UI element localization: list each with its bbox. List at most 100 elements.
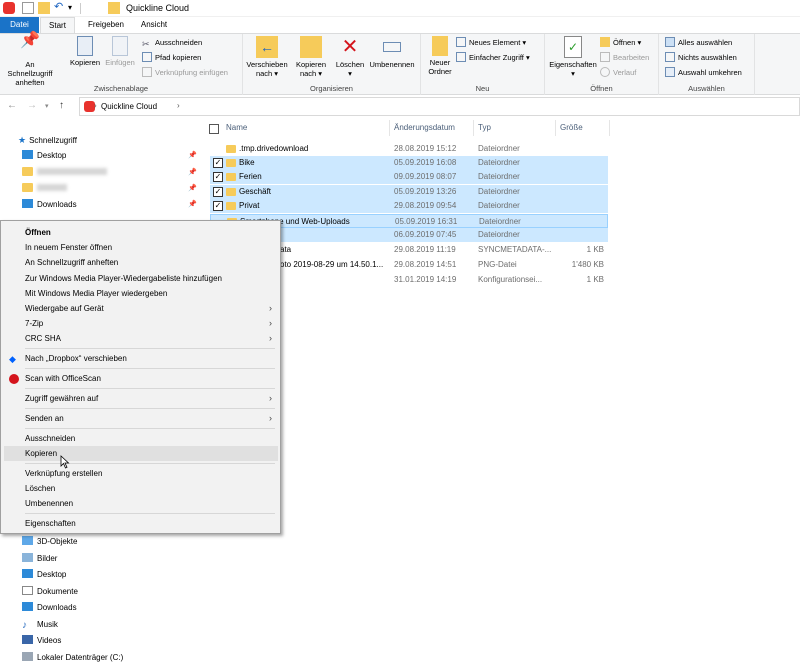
menu-item-open[interactable]: Öffnen — [4, 225, 278, 240]
new-folder-button[interactable]: Neuer Ordner — [423, 36, 457, 76]
menu-item-create-shortcut[interactable]: Verknüpfung erstellen — [4, 466, 278, 481]
row-checkbox[interactable]: ✓ — [213, 201, 223, 211]
select-all-button[interactable]: Alles auswählen — [665, 37, 732, 49]
nav-local-disk[interactable]: Lokaler Datenträger (C:) — [22, 651, 123, 665]
menu-item-rename[interactable]: Umbenennen — [4, 496, 278, 511]
rename-button[interactable]: Umbenennen — [367, 36, 417, 69]
nav-documents[interactable]: Dokumente — [22, 585, 78, 599]
easy-access-button[interactable]: Einfacher Zugriff ▾ — [456, 52, 530, 64]
menu-item-delete[interactable]: Löschen — [4, 481, 278, 496]
tab-start[interactable]: Start — [40, 17, 75, 34]
new-item-button[interactable]: Neues Element ▾ — [456, 37, 526, 49]
menu-item-play-with-wmp[interactable]: Mit Windows Media Player wiedergeben — [4, 286, 278, 301]
copy-button[interactable]: Kopieren — [68, 36, 102, 67]
menu-item-crc-sha[interactable]: CRC SHA › — [4, 331, 278, 346]
move-to-icon: ← — [256, 36, 278, 58]
menu-item-send-to[interactable]: Senden an › — [4, 411, 278, 426]
tab-freigeben[interactable]: Freigeben — [80, 17, 132, 34]
group-label-zwischenablage: Zwischenablage — [93, 84, 149, 93]
select-all-checkbox[interactable] — [209, 124, 219, 134]
column-divider — [555, 120, 556, 136]
cut-label: Ausschneiden — [155, 38, 203, 47]
delete-icon: ✕ — [341, 36, 359, 58]
nav-videos[interactable]: Videos — [22, 634, 61, 648]
column-name-header[interactable]: Name — [226, 123, 247, 132]
delete-button[interactable]: ✕ Löschen ▾ — [333, 36, 367, 78]
column-type-header[interactable]: Typ — [478, 123, 491, 132]
menu-item-officescan[interactable]: Scan with OfficeScan — [4, 371, 278, 386]
move-to-button[interactable]: ← Verschieben nach ▾ — [245, 36, 289, 78]
nav-pictures[interactable]: Bilder — [22, 552, 57, 566]
menu-item-move-to-dropbox[interactable]: ◆ Nach „Dropbox“ verschieben — [4, 351, 278, 366]
open-button[interactable]: Öffnen ▾ — [600, 37, 641, 49]
select-none-button[interactable]: Nichts auswählen — [665, 52, 737, 64]
menu-item-give-access[interactable]: Zugriff gewähren auf › — [4, 391, 278, 406]
file-row[interactable]: ✓ Geschäft 05.09.2019 13:26 Dateiordner — [210, 185, 608, 199]
back-arrow-icon[interactable]: ← — [7, 100, 17, 111]
pin-icon: 📌 — [20, 32, 40, 49]
rename-icon — [383, 42, 401, 52]
nav-blurred-folder-1[interactable] — [22, 166, 107, 180]
menu-item-copy[interactable]: Kopieren — [4, 446, 278, 461]
rename-label: Umbenennen — [369, 60, 415, 69]
select-all-icon — [665, 37, 675, 47]
paste-shortcut-icon — [142, 67, 152, 77]
file-row[interactable]: .tmp.drivedownload 28.08.2019 15:12 Date… — [210, 142, 608, 156]
folder-icon — [226, 159, 236, 167]
nav-desktop-2[interactable]: Desktop — [22, 568, 66, 582]
invert-selection-button[interactable]: Auswahl umkehren — [665, 67, 742, 79]
menu-item-cast-to-device[interactable]: Wiedergabe auf Gerät › — [4, 301, 278, 316]
customize-toolbar-icon[interactable]: ▾ — [68, 2, 80, 14]
copy-icon — [77, 36, 93, 56]
paste-button[interactable]: Einfügen — [103, 36, 137, 67]
column-size-header[interactable]: Größe — [560, 123, 583, 132]
properties-icon[interactable] — [22, 2, 34, 14]
tab-ansicht[interactable]: Ansicht — [136, 17, 172, 34]
nav-desktop[interactable]: Desktop — [22, 149, 66, 163]
menu-item-pin-quick-access[interactable]: An Schnellzugriff anheften — [4, 255, 278, 270]
invert-selection-icon — [665, 67, 675, 77]
up-arrow-icon[interactable]: ↑ — [59, 100, 64, 111]
history-button[interactable]: Verlauf — [600, 67, 636, 79]
menu-item-cut[interactable]: Ausschneiden — [4, 431, 278, 446]
nav-downloads-2[interactable]: Downloads — [22, 601, 77, 615]
menu-item-properties[interactable]: Eigenschaften — [4, 516, 278, 531]
column-date-header[interactable]: Änderungsdatum — [394, 123, 455, 132]
file-name: .tmp.drivedownload — [239, 144, 309, 153]
menu-item-label: Eigenschaften — [25, 519, 76, 528]
copy-path-button[interactable]: Pfad kopieren — [142, 52, 201, 64]
cut-button[interactable]: ✂ Ausschneiden — [142, 37, 202, 49]
file-row[interactable]: ✓ Privat 29.08.2019 09:54 Dateiordner — [210, 199, 608, 213]
edit-button[interactable]: Bearbeiten — [600, 52, 649, 64]
nav-blurred-folder-2[interactable] — [22, 182, 67, 196]
nav-music[interactable]: ♪ Musik — [22, 618, 58, 632]
address-bar[interactable]: › Quickline Cloud › — [79, 97, 800, 116]
copy-to-button[interactable]: Kopieren nach ▾ — [291, 36, 331, 78]
menu-item-7zip[interactable]: 7-Zip › — [4, 316, 278, 331]
row-checkbox[interactable]: ✓ — [213, 187, 223, 197]
paste-shortcut-button[interactable]: Verknüpfung einfügen — [142, 67, 228, 79]
row-checkbox[interactable]: ✓ — [213, 158, 223, 168]
menu-item-add-to-wmp-playlist[interactable]: Zur Windows Media Player-Wiedergabeliste… — [4, 271, 278, 286]
row-checkbox[interactable]: ✓ — [213, 172, 223, 182]
menu-item-open-new-window[interactable]: In neuem Fenster öffnen — [4, 240, 278, 255]
nav-quick-access[interactable]: ★ Schnellzugriff — [18, 133, 77, 147]
new-folder-icon[interactable] — [38, 2, 50, 14]
star-icon: ★ — [18, 135, 27, 145]
forward-arrow-icon[interactable]: → — [27, 100, 37, 111]
breadcrumb-chevron-icon[interactable]: › — [177, 101, 180, 110]
pin-quick-access-button[interactable]: 📌 An Schnellzugriff anheften — [2, 32, 58, 88]
select-none-icon — [665, 52, 675, 62]
nav-3d-objects[interactable]: 3D-Objekte — [22, 535, 77, 549]
menu-item-label: Scan with OfficeScan — [25, 374, 101, 383]
breadcrumb-path[interactable]: Quickline Cloud — [101, 102, 157, 111]
properties-button[interactable]: ✓ Eigenschaften ▾ — [547, 36, 599, 78]
nav-downloads[interactable]: Downloads — [22, 198, 77, 212]
desktop-icon — [22, 569, 33, 578]
file-row[interactable]: ✓ Ferien 09.09.2019 08:07 Dateiordner — [210, 170, 608, 184]
recent-locations-icon[interactable]: ▾ — [45, 102, 49, 110]
undo-icon[interactable]: ↶ — [54, 2, 66, 14]
menu-item-label: Zugriff gewähren auf — [25, 394, 99, 403]
file-name: Ferien — [239, 172, 262, 181]
file-row[interactable]: ✓ Bike 05.09.2019 16:08 Dateiordner — [210, 156, 608, 170]
